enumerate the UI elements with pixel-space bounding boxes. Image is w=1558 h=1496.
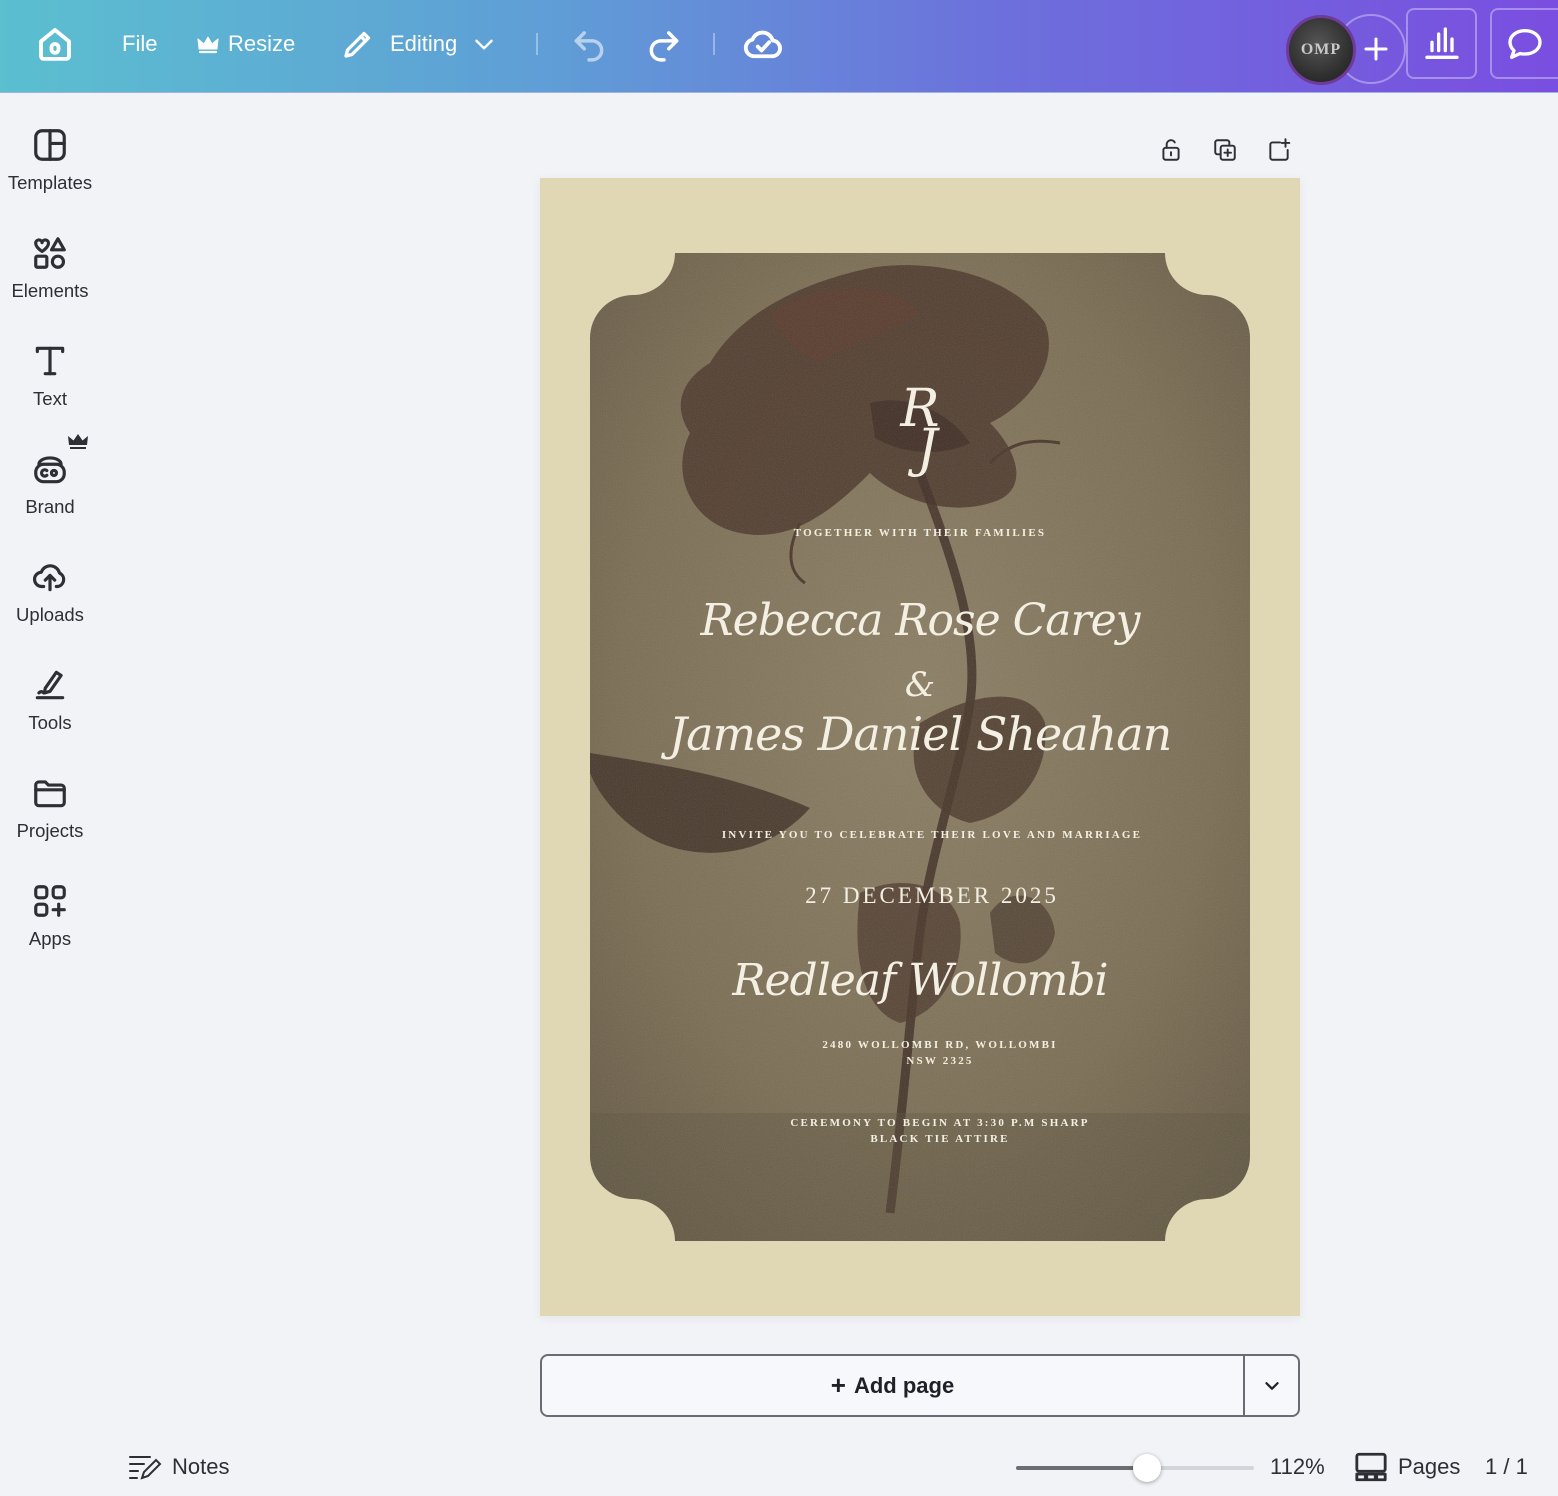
undo-button[interactable] — [570, 0, 608, 88]
monogram-j[interactable]: J — [590, 423, 1250, 475]
invitation-card[interactable]: R J TOGETHER WITH THEIR FAMILIES Rebecca… — [590, 253, 1250, 1241]
resize-label: Resize — [228, 31, 296, 56]
intro-text[interactable]: TOGETHER WITH THEIR FAMILIES — [590, 527, 1250, 539]
crown-icon — [68, 434, 88, 449]
bottom-bar: Notes 112% Pages 1 / 1 — [0, 1440, 1558, 1496]
event-date[interactable]: 27 DECEMBER 2025 — [590, 883, 1250, 909]
plus-icon — [1364, 37, 1388, 61]
sidebar-item-projects[interactable]: Projects — [0, 742, 100, 842]
zoom-slider-fill — [1016, 1466, 1147, 1470]
elements-icon — [34, 237, 66, 269]
lock-page-button[interactable] — [1153, 132, 1189, 168]
upload-cloud-icon — [32, 564, 66, 592]
user-avatar[interactable]: OMP — [1286, 15, 1356, 85]
ceremony-time-text[interactable]: CEREMONY TO BEGIN AT 3:30 P.M SHARP — [590, 1117, 1250, 1129]
add-page-label: Add page — [853, 1372, 955, 1398]
save-status-button[interactable] — [742, 0, 784, 88]
sidebar-item-label: Templates — [7, 172, 93, 193]
pages-view-button[interactable]: Pages — [1354, 1450, 1460, 1484]
chevron-down-icon — [475, 39, 494, 50]
insights-button[interactable] — [1406, 8, 1477, 79]
top-toolbar: File Resize Editing OMP — [0, 0, 1558, 93]
pages-label: Pages — [1398, 1454, 1461, 1479]
zoom-slider[interactable] — [1016, 1454, 1254, 1482]
left-sidebar: Templates Elements Text Brand Uploads To… — [0, 94, 100, 994]
comment-icon — [1508, 28, 1542, 59]
resize-button[interactable]: Resize — [196, 0, 295, 88]
venue-name[interactable]: Redleaf Wollombi — [590, 955, 1250, 1006]
add-page-button[interactable]: + Add page — [542, 1356, 1243, 1415]
redo-icon — [649, 31, 679, 62]
plus-icon: + — [830, 1370, 846, 1400]
comments-button[interactable] — [1490, 8, 1558, 79]
sidebar-item-tools[interactable]: Tools — [0, 634, 100, 734]
home-button[interactable] — [34, 0, 76, 88]
sidebar-item-label: Elements — [11, 280, 89, 301]
sidebar-item-templates[interactable]: Templates — [0, 94, 100, 194]
invite-line-text[interactable]: INVITE YOU TO CELEBRATE THEIR LOVE AND M… — [590, 829, 1250, 841]
sidebar-item-label: Projects — [16, 820, 84, 841]
design-page[interactable]: R J TOGETHER WITH THEIR FAMILIES Rebecca… — [540, 178, 1300, 1316]
templates-icon — [34, 129, 66, 161]
pages-icon — [1355, 1452, 1387, 1482]
sidebar-item-label: Uploads — [16, 604, 84, 625]
home-icon — [39, 28, 71, 61]
folder-icon — [34, 780, 66, 808]
crown-icon — [197, 36, 219, 54]
attire-text[interactable]: BLACK TIE ATTIRE — [590, 1133, 1250, 1145]
sidebar-item-uploads[interactable]: Uploads — [0, 526, 100, 626]
tools-icon — [35, 670, 65, 700]
address-line-1[interactable]: 2480 WOLLOMBI RD, WOLLOMBI — [590, 1039, 1250, 1051]
pencil-icon — [344, 31, 371, 58]
cloud-check-icon — [743, 30, 782, 59]
redo-button[interactable] — [645, 0, 683, 88]
groom-name[interactable]: James Daniel Sheahan — [590, 707, 1250, 761]
toolbar-divider — [536, 33, 538, 55]
sidebar-item-label: Text — [33, 388, 67, 409]
zoom-percentage[interactable]: 112% — [1270, 1454, 1325, 1480]
sidebar-item-label: Apps — [28, 928, 72, 949]
sidebar-item-text[interactable]: Text — [0, 310, 100, 410]
ampersand[interactable]: & — [590, 665, 1250, 705]
duplicate-page-button[interactable] — [1207, 132, 1243, 168]
sidebar-item-label: Tools — [28, 712, 72, 733]
apps-icon — [34, 885, 66, 917]
bride-name[interactable]: Rebecca Rose Carey — [590, 595, 1250, 646]
sidebar-item-apps[interactable]: Apps — [0, 850, 100, 950]
chevron-down-icon — [1264, 1381, 1279, 1390]
text-icon — [35, 346, 65, 376]
brand-icon — [34, 456, 66, 484]
add-page-options-button[interactable] — [1243, 1356, 1298, 1415]
add-new-page-button[interactable] — [1261, 132, 1297, 168]
sidebar-item-label: Brand — [25, 496, 75, 517]
file-menu[interactable]: File — [122, 0, 157, 88]
duplicate-page-icon — [1214, 139, 1236, 161]
toolbar-divider — [713, 33, 715, 55]
lock-icon — [1162, 139, 1180, 161]
notes-label: Notes — [172, 1454, 230, 1479]
sidebar-item-elements[interactable]: Elements — [0, 202, 100, 302]
notes-icon — [129, 1456, 162, 1480]
editing-mode-dropdown[interactable]: Editing — [340, 0, 497, 88]
add-page-icon — [1269, 138, 1291, 161]
notes-button[interactable]: Notes — [128, 1452, 229, 1482]
address-line-2[interactable]: NSW 2325 — [590, 1055, 1250, 1067]
zoom-slider-handle[interactable] — [1132, 1454, 1161, 1482]
add-page-bar: + Add page — [540, 1354, 1300, 1417]
undo-icon — [574, 31, 604, 62]
page-counter: 1 / 1 — [1485, 1454, 1528, 1479]
analytics-icon — [1424, 26, 1459, 59]
editing-label: Editing — [390, 31, 458, 56]
